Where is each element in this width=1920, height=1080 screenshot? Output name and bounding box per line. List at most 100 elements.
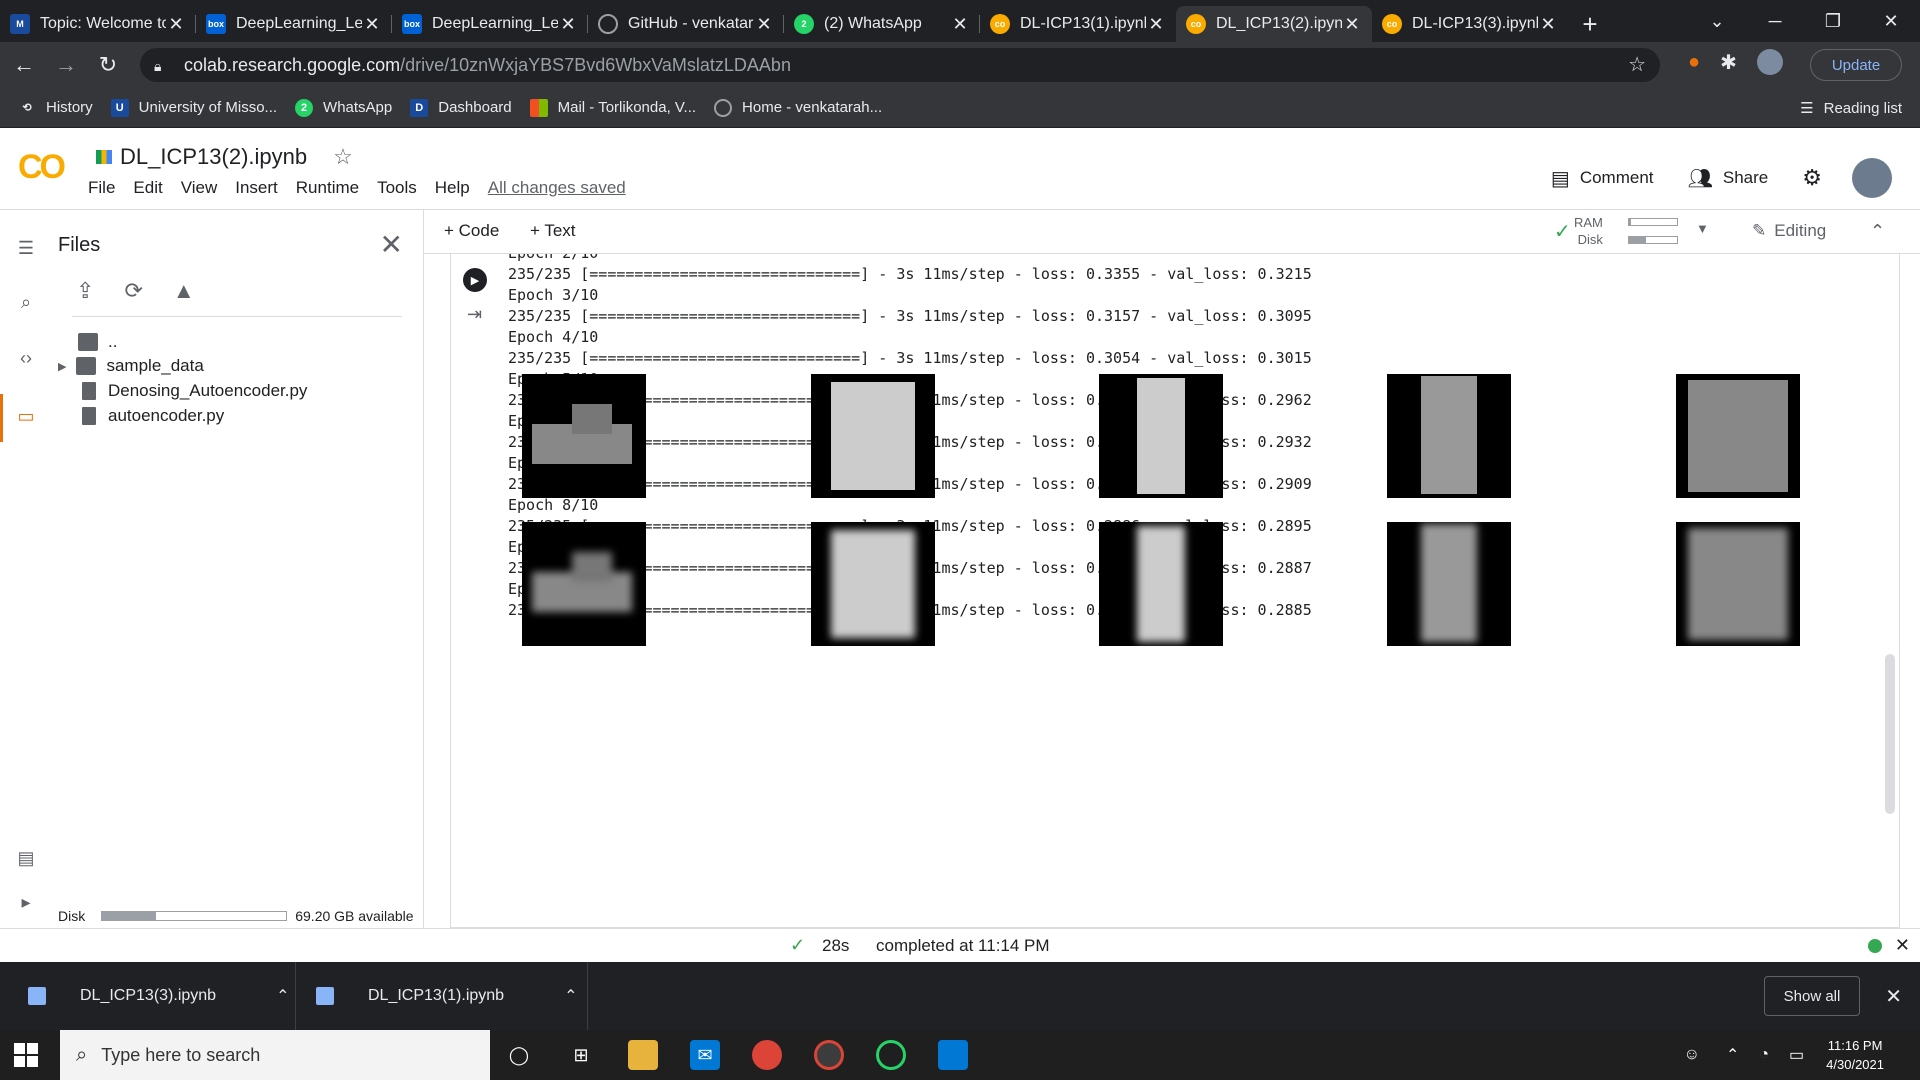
restore-button[interactable]: ❐ — [1804, 11, 1862, 32]
terminal-icon[interactable]: ▸ — [14, 890, 38, 914]
folder-icon[interactable]: ▭ — [14, 404, 38, 428]
chevron-up-icon[interactable]: ⌃ — [1726, 1045, 1739, 1065]
chrome-active-icon[interactable] — [814, 1040, 844, 1070]
chrome-icon[interactable] — [752, 1040, 782, 1070]
forward-arrow-icon[interactable]: → — [48, 52, 84, 78]
resource-monitor[interactable]: RAM Disk — [1574, 214, 1603, 248]
url-field[interactable]: 🔒︎ colab.research.google.com/drive/10znW… — [140, 48, 1660, 82]
menu-file[interactable]: File — [88, 178, 115, 198]
menu-runtime[interactable]: Runtime — [296, 178, 359, 198]
search-icon[interactable]: ⌕ — [14, 290, 38, 314]
star-icon[interactable]: ☆ — [333, 144, 353, 170]
clock[interactable]: 11:16 PM 4/30/2021 — [1826, 1036, 1884, 1074]
bookmark-dashboard[interactable]: D Dashboard — [410, 98, 512, 117]
update-button[interactable]: Update — [1810, 49, 1902, 81]
new-tab-button[interactable]: + — [1568, 6, 1612, 42]
close-tab-icon[interactable]: ✕ — [166, 14, 186, 35]
reading-list-button[interactable]: ☰ Reading list — [1800, 99, 1902, 118]
code-snippets-icon[interactable]: ‹› — [14, 346, 38, 370]
cortana-icon[interactable]: ◯ — [504, 1040, 534, 1070]
wifi-icon[interactable]: ◔ — [1759, 1046, 1769, 1064]
minimize-button[interactable]: ─ — [1746, 11, 1804, 32]
code-cell[interactable]: ▶ ⇥ Epoch 2/10235/235 [=================… — [450, 254, 1900, 928]
expand-arrow-icon[interactable]: ▶ — [58, 360, 66, 373]
colab-logo[interactable]: CO — [18, 148, 66, 187]
tab-search-icon[interactable]: ⌄ — [1688, 11, 1746, 32]
header-actions: ▤ Comment 👥︎ Share ⚙ — [1517, 158, 1892, 198]
browser-tab[interactable]: M Topic: Welcome to ✕ — [0, 6, 196, 42]
extension-icon[interactable]: ● — [1688, 51, 1700, 74]
bookmark-mail[interactable]: Mail - Torlikonda, V... — [529, 98, 696, 117]
toc-icon[interactable]: ☰ — [14, 236, 38, 260]
browser-tab[interactable]: 2 (2) WhatsApp ✕ — [784, 6, 980, 42]
bookmark-home[interactable]: Home - venkatarah... — [714, 98, 882, 117]
comment-button[interactable]: ▤ Comment — [1551, 166, 1654, 191]
browser-tab[interactable]: box DeepLearning_Les ✕ — [196, 6, 392, 42]
file-item-parent[interactable]: .. — [78, 332, 117, 352]
connection-status-dot[interactable] — [1868, 938, 1882, 953]
close-tab-icon[interactable]: ✕ — [362, 14, 382, 35]
mail-icon[interactable]: ✉ — [690, 1040, 720, 1070]
media-icon[interactable] — [938, 1040, 968, 1070]
mount-drive-icon[interactable]: ▲ — [173, 278, 195, 304]
close-tab-icon[interactable]: ✕ — [558, 14, 578, 35]
browser-tab[interactable]: co DL-ICP13(1).ipynb ✕ — [980, 6, 1176, 42]
menu-help[interactable]: Help — [435, 178, 470, 198]
share-button[interactable]: 👥︎ Share — [1688, 166, 1769, 191]
browser-tab[interactable]: GitHub - venkatar ✕ — [588, 6, 784, 42]
upload-icon[interactable]: ⇪ — [76, 278, 94, 304]
refresh-folder-icon[interactable]: ⟳ — [124, 278, 142, 304]
chevron-up-icon[interactable]: ⌃ — [276, 986, 289, 1006]
close-tab-icon[interactable]: ✕ — [950, 14, 970, 35]
scrollbar[interactable] — [1885, 654, 1895, 814]
bookmark-university[interactable]: U University of Misso... — [110, 98, 277, 117]
close-tab-icon[interactable]: ✕ — [1342, 14, 1362, 35]
close-icon[interactable]: ✕ — [1895, 935, 1910, 956]
add-text-button[interactable]: + Text — [530, 221, 576, 241]
output-icon[interactable]: ⇥ — [467, 304, 482, 325]
browser-tab-active[interactable]: co DL_ICP13(2).ipynb ✕ — [1176, 6, 1372, 42]
menu-view[interactable]: View — [181, 178, 218, 198]
close-icon[interactable]: ✕ — [1885, 984, 1902, 1009]
windows-start-icon[interactable] — [14, 1043, 38, 1067]
download-item[interactable]: DL_ICP13(3).ipynb ⌃ — [0, 962, 296, 1030]
collapse-header-icon[interactable]: ⌃ — [1870, 221, 1885, 242]
profile-avatar[interactable] — [1756, 49, 1783, 75]
bookmark-history[interactable]: ⟲ History — [18, 99, 92, 117]
file-item[interactable]: Denosing_Autoencoder.py — [78, 381, 307, 401]
bookmark-star-icon[interactable]: ☆ — [1628, 52, 1646, 77]
back-arrow-icon[interactable]: ← — [6, 52, 42, 78]
file-item[interactable]: autoencoder.py — [78, 406, 224, 426]
download-item[interactable]: DL_ICP13(1).ipynb ⌃ — [296, 962, 588, 1030]
task-view-icon[interactable]: ⊞ — [566, 1040, 596, 1070]
puzzle-icon[interactable]: ✱ — [1720, 50, 1737, 75]
close-window-button[interactable]: ✕ — [1862, 11, 1920, 32]
menu-tools[interactable]: Tools — [377, 178, 417, 198]
run-cell-button[interactable]: ▶ — [463, 268, 487, 292]
editing-mode-button[interactable]: ✎ Editing — [1752, 221, 1826, 241]
file-item-sample-data[interactable]: ▶ sample_data — [58, 356, 204, 376]
account-avatar[interactable] — [1852, 158, 1892, 198]
show-all-button[interactable]: Show all — [1764, 976, 1860, 1016]
close-tab-icon[interactable]: ✕ — [1146, 14, 1166, 35]
close-tab-icon[interactable]: ✕ — [754, 14, 774, 35]
command-palette-icon[interactable]: ▤ — [14, 846, 38, 870]
battery-icon[interactable]: ▭ — [1789, 1045, 1804, 1065]
menu-insert[interactable]: Insert — [235, 178, 278, 198]
save-status-link[interactable]: All changes saved — [488, 178, 626, 198]
chevron-up-icon[interactable]: ⌃ — [564, 986, 577, 1006]
bookmark-whatsapp[interactable]: 2 WhatsApp — [295, 98, 392, 117]
menu-edit[interactable]: Edit — [133, 178, 162, 198]
people-icon[interactable]: ☺ — [1684, 1046, 1700, 1064]
file-explorer-icon[interactable] — [628, 1040, 658, 1070]
gear-icon[interactable]: ⚙ — [1802, 165, 1822, 191]
browser-tab[interactable]: co DL-ICP13(3).ipynb ✕ — [1372, 6, 1568, 42]
browser-tab[interactable]: box DeepLearning_Les ✕ — [392, 6, 588, 42]
add-code-button[interactable]: + Code — [444, 221, 499, 241]
chevron-down-icon[interactable]: ▼ — [1696, 221, 1709, 236]
close-tab-icon[interactable]: ✕ — [1538, 14, 1558, 35]
app-icon[interactable] — [876, 1040, 906, 1070]
reload-icon[interactable]: ↻ — [90, 52, 126, 78]
close-icon[interactable]: ✕ — [380, 228, 403, 261]
taskbar-search-input[interactable]: ⌕ Type here to search — [60, 1030, 490, 1080]
